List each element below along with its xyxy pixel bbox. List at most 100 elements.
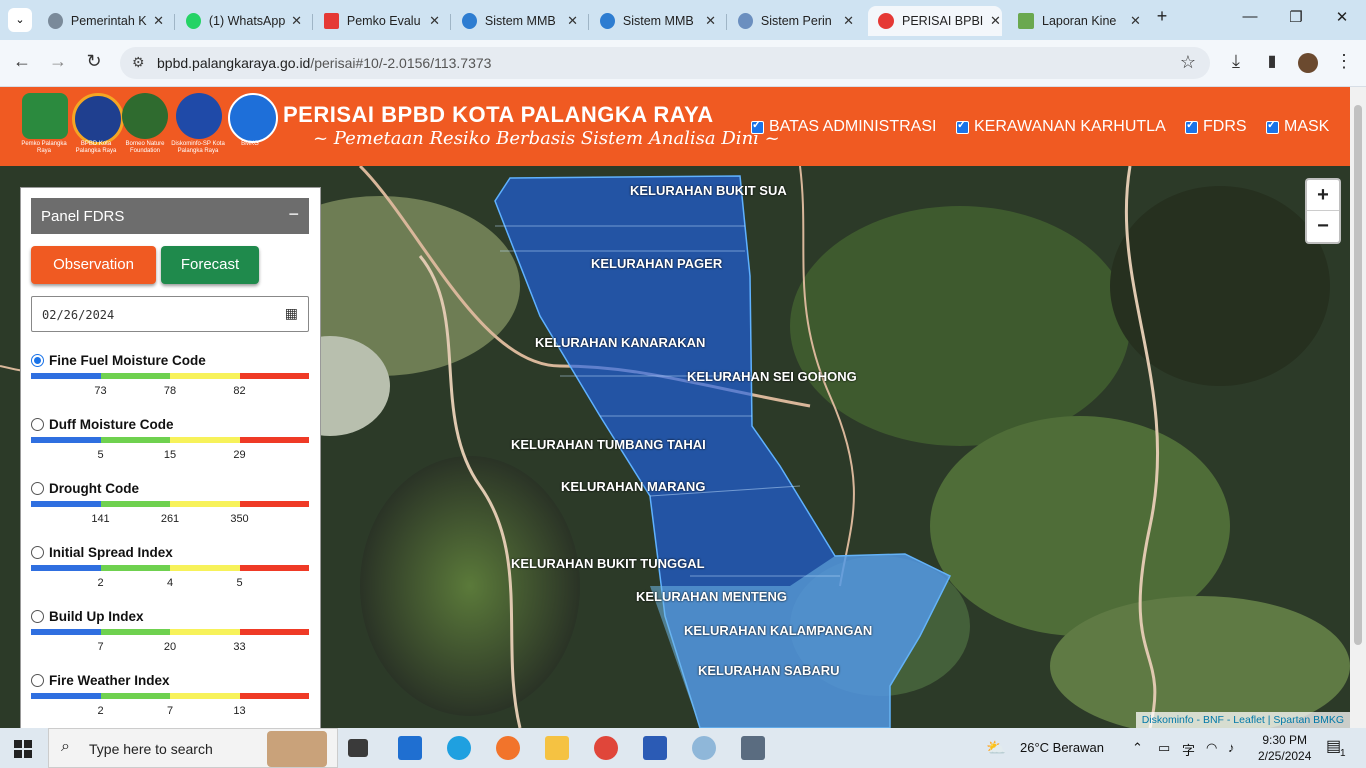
file-explorer-icon[interactable]: [545, 736, 569, 760]
browser-tab[interactable]: Sistem Perin ✕: [728, 6, 854, 36]
browser-tab[interactable]: (1) WhatsApp ✕: [176, 6, 302, 36]
tab-close-icon[interactable]: ✕: [291, 13, 302, 29]
layer-toggle-batas[interactable]: BATAS ADMINISTRASI: [751, 118, 936, 136]
layer-toggle-mask[interactable]: MASK: [1266, 118, 1329, 136]
tick-labels: 7 20 33: [97, 641, 246, 653]
back-button[interactable]: ←: [10, 51, 34, 72]
calculator-icon[interactable]: [741, 736, 765, 760]
risk-color-bar: [31, 629, 309, 635]
logo-label: BMKG: [241, 141, 259, 147]
forecast-button[interactable]: Forecast: [161, 246, 259, 284]
volume-icon[interactable]: ♪: [1228, 740, 1235, 755]
risk-color-bar: [31, 437, 309, 443]
network-icon[interactable]: ▭: [1158, 740, 1170, 756]
zoom-in-button[interactable]: +: [1307, 180, 1339, 211]
radio-icon[interactable]: [31, 418, 44, 431]
tab-close-icon[interactable]: ✕: [990, 13, 1001, 29]
risk-color-bar: [31, 565, 309, 571]
start-button[interactable]: [14, 740, 32, 758]
checkbox-icon: [956, 118, 969, 134]
tab-title: Laporan Kine: [1042, 14, 1117, 28]
url-text[interactable]: bpbd.palangkaraya.go.id/perisai#10/-2.01…: [157, 55, 491, 71]
close-window-button[interactable]: ✕: [1322, 8, 1362, 26]
firefox-icon[interactable]: [496, 736, 520, 760]
tab-favicon-icon: [738, 13, 753, 29]
task-view-icon[interactable]: [348, 739, 368, 757]
tab-close-icon[interactable]: ✕: [567, 13, 578, 29]
tab-title: Pemerintah K: [70, 14, 147, 28]
browser-tab[interactable]: Laporan Kine ✕: [1008, 6, 1142, 36]
page-scrollbar[interactable]: [1350, 87, 1366, 728]
chrome-icon[interactable]: [594, 736, 618, 760]
notifications-icon[interactable]: ▤: [1326, 736, 1341, 756]
index-label: Duff Moisture Code: [49, 417, 174, 432]
input-method-icon[interactable]: 字: [1182, 740, 1195, 759]
edge-icon[interactable]: [447, 736, 471, 760]
browser-tab-active[interactable]: PERISAI BPBI ✕: [868, 6, 1002, 36]
tab-close-icon[interactable]: ✕: [1130, 13, 1141, 29]
kelurahan-label: KELURAHAN BUKIT SUA: [630, 183, 787, 198]
new-tab-button[interactable]: +: [1142, 6, 1182, 27]
minimize-button[interactable]: —: [1230, 8, 1270, 25]
browser-tab[interactable]: Pemerintah K ✕: [38, 6, 164, 36]
radio-icon[interactable]: [31, 610, 44, 623]
reload-button[interactable]: ↻: [82, 51, 106, 72]
layer-toggle-karhutla[interactable]: KERAWANAN KARHUTLA: [956, 118, 1166, 136]
profile-avatar[interactable]: [1298, 53, 1318, 73]
map-attribution[interactable]: Diskominfo - BNF - Leaflet | Spartan BMK…: [1135, 712, 1350, 728]
windows-taskbar: ⌕ Type here to search ⛅ 26°C Berawan ⌃ ▭…: [0, 728, 1366, 768]
site-info-icon[interactable]: ⚙: [132, 54, 145, 71]
tab-title: Sistem Perin: [760, 14, 832, 28]
browser-tab[interactable]: Sistem MMB ✕: [590, 6, 716, 36]
kelurahan-label: KELURAHAN BUKIT TUNGGAL: [511, 556, 705, 571]
scrollbar-thumb[interactable]: [1354, 105, 1362, 645]
tab-title: Pemko Evalu: [346, 14, 421, 28]
observation-button[interactable]: Observation: [31, 246, 156, 284]
mail-icon[interactable]: [398, 736, 422, 760]
tab-divider: [174, 14, 175, 30]
browser-toolbar: ← → ↻ ⚙ bpbd.palangkaraya.go.id/perisai#…: [0, 40, 1366, 87]
weather-text[interactable]: 26°C Berawan: [1020, 740, 1104, 755]
radio-icon[interactable]: [31, 546, 44, 559]
wifi-icon[interactable]: ◠: [1206, 740, 1217, 756]
layer-toggle-fdrs[interactable]: FDRS: [1185, 118, 1247, 136]
tab-title: Sistem MMB: [484, 14, 556, 28]
browser-tab[interactable]: Sistem MMB ✕: [452, 6, 578, 36]
diskominfo-logo: [176, 93, 222, 139]
map-zoom-control: + −: [1305, 178, 1341, 244]
address-bar[interactable]: ⚙ bpbd.palangkaraya.go.id/perisai#10/-2.…: [120, 47, 1210, 79]
date-value: 02/26/2024: [42, 308, 115, 322]
menu-icon[interactable]: ⋮: [1332, 51, 1356, 72]
bookmark-star-icon[interactable]: ☆: [1180, 52, 1196, 73]
radio-icon[interactable]: [31, 674, 44, 687]
restore-button[interactable]: ❐: [1276, 8, 1316, 26]
page-subtitle: ~ Pemetaan Resiko Berbasis Sistem Analis…: [313, 128, 780, 149]
forward-button[interactable]: →: [46, 51, 70, 72]
tab-close-icon[interactable]: ✕: [429, 13, 440, 29]
tab-title: (1) WhatsApp: [208, 14, 286, 28]
logo-label: Pemko Palangka Raya: [21, 141, 67, 154]
clock[interactable]: 9:30 PM 2/25/2024: [1258, 732, 1311, 764]
word-icon[interactable]: [643, 736, 667, 760]
bmkg-logo: [228, 93, 278, 143]
tab-divider: [450, 14, 451, 30]
tray-chevron-icon[interactable]: ⌃: [1132, 740, 1143, 756]
tab-search-button[interactable]: ⌄: [8, 8, 32, 32]
zoom-out-button[interactable]: −: [1307, 211, 1339, 241]
calendar-icon[interactable]: ▦: [285, 305, 298, 322]
date-input[interactable]: 02/26/2024 ▦: [31, 296, 309, 332]
tab-close-icon[interactable]: ✕: [705, 13, 716, 29]
weather-icon[interactable]: ⛅: [986, 738, 1006, 758]
kelurahan-label: KELURAHAN PAGER: [591, 256, 723, 271]
radio-icon[interactable]: [31, 354, 44, 367]
tab-close-icon[interactable]: ✕: [153, 13, 164, 29]
download-icon[interactable]: ⤓: [1224, 51, 1248, 72]
collapse-icon[interactable]: −: [288, 204, 299, 225]
radio-icon[interactable]: [31, 482, 44, 495]
tab-close-icon[interactable]: ✕: [843, 13, 854, 29]
panel-header[interactable]: Panel FDRS −: [31, 198, 309, 234]
side-panel-icon[interactable]: ▮: [1260, 51, 1284, 71]
browser-tab[interactable]: Pemko Evalu ✕: [314, 6, 440, 36]
taskbar-search[interactable]: ⌕ Type here to search: [48, 728, 338, 768]
paint-icon[interactable]: [692, 736, 716, 760]
